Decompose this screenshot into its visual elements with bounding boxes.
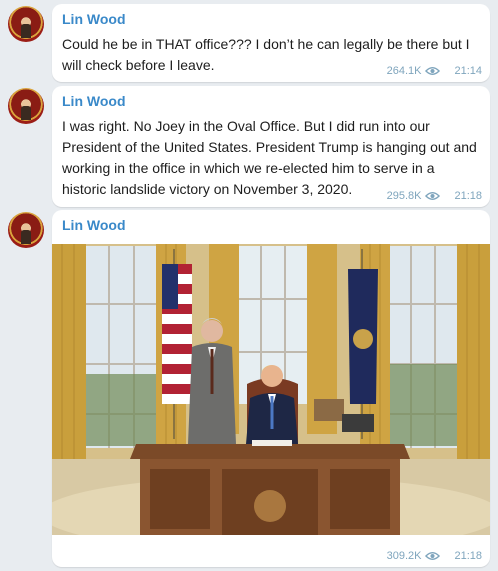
message-text: I was right. No Joey in the Oval Office.…	[62, 118, 477, 197]
avatar[interactable]	[8, 212, 44, 248]
avatar[interactable]	[8, 88, 44, 124]
view-count: 309.2K	[386, 550, 422, 562]
oval-office-photo[interactable]	[52, 244, 490, 535]
message-time: 21:18	[454, 550, 482, 562]
message-bubble: Lin Wood I was right. No Joey in the Ova…	[52, 86, 490, 207]
photo-illustration	[52, 244, 490, 535]
message-meta: 264.1K 21:14	[387, 65, 482, 77]
eye-icon	[425, 192, 441, 200]
sender-name[interactable]: Lin Wood	[62, 11, 126, 27]
message-meta: 295.8K 21:18	[387, 190, 482, 202]
message-meta: 309.2K 21:18	[387, 550, 482, 562]
sender-name[interactable]: Lin Wood	[62, 93, 126, 109]
eye-icon	[425, 67, 441, 75]
message-bubble: Lin Wood Could he be in THAT office??? I…	[52, 4, 490, 82]
message-time: 21:14	[454, 65, 482, 77]
view-count: 264.1K	[386, 65, 422, 77]
message-time: 21:18	[454, 190, 482, 202]
view-count: 295.8K	[386, 190, 422, 202]
eye-icon	[425, 552, 441, 560]
avatar[interactable]	[8, 6, 44, 42]
message-bubble: Lin Wood 309.2K 21:18	[52, 210, 490, 567]
sender-name[interactable]: Lin Wood	[62, 217, 126, 233]
